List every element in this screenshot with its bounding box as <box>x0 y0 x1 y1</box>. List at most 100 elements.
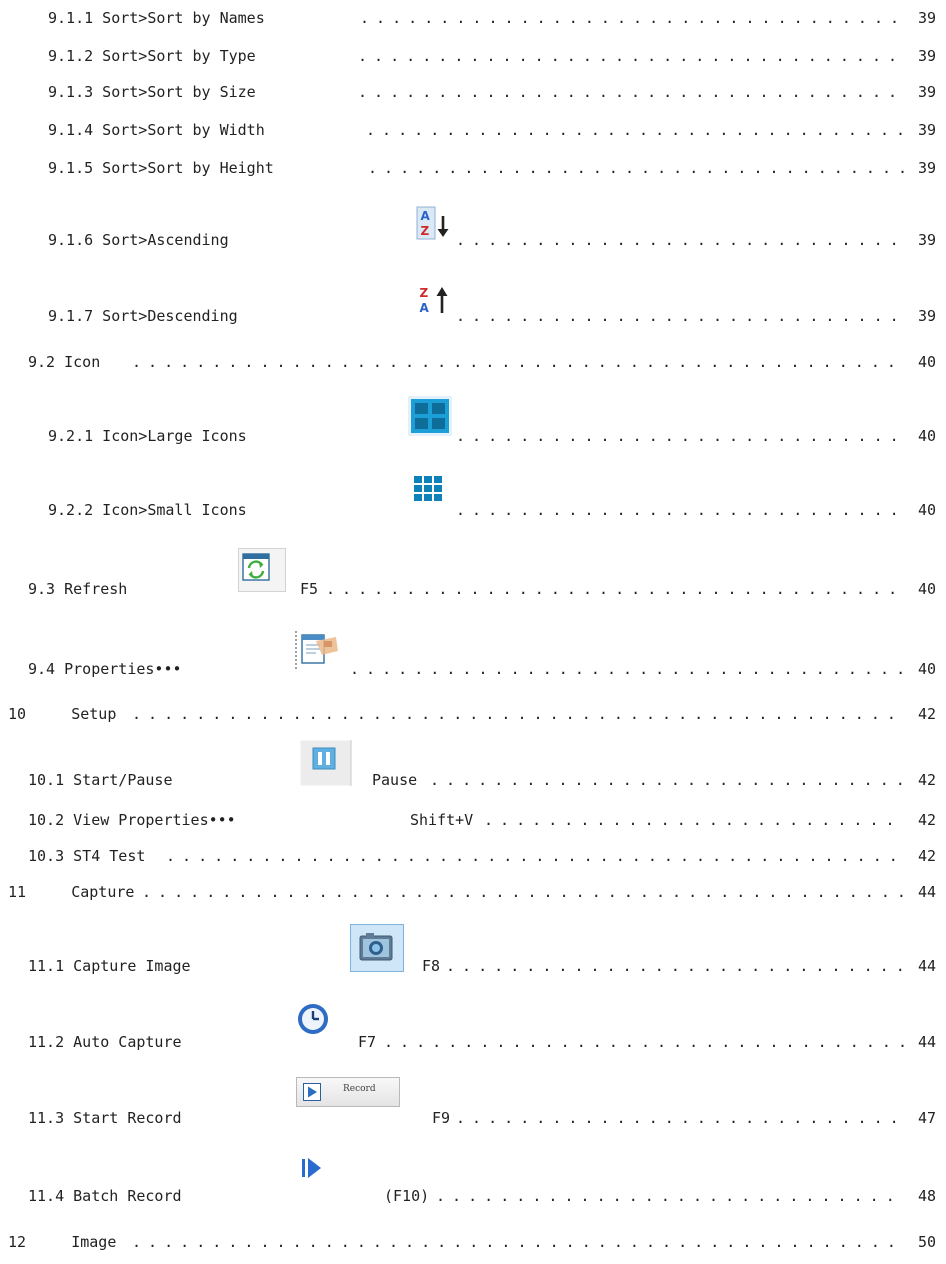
toc-page: 40 <box>917 660 936 678</box>
toc-entry[interactable]: 11.1 Capture Image F8 44 <box>0 954 946 978</box>
small-icons-icon <box>414 476 442 501</box>
toc-label: 9.1.3 Sort>Sort by Size <box>48 83 256 101</box>
shortcut-key: F5 <box>300 580 319 598</box>
toc-leader <box>326 577 904 601</box>
toc-entry[interactable]: 10.1 Start/Pause Pause 42 <box>0 768 946 792</box>
toc-entry[interactable]: 9.1.1 Sort>Sort by Names 39 <box>0 6 946 30</box>
toc-page: 42 <box>917 847 936 865</box>
svg-text:A: A <box>420 301 430 315</box>
toc-entry[interactable]: 9.1.2 Sort>Sort by Type 39 <box>0 44 946 68</box>
toc-leader <box>358 44 904 68</box>
toc-entry[interactable]: 9.1.4 Sort>Sort by Width 39 <box>0 118 946 142</box>
toc-entry[interactable]: 10 Setup 42 <box>0 702 946 726</box>
toc-label: 9.4 Properties••• <box>28 660 182 678</box>
shortcut-key: F7 <box>358 1033 377 1051</box>
toc-entry[interactable]: 9.1.7 Sort>Descending 39 <box>0 304 946 328</box>
toc-leader <box>132 1230 904 1254</box>
properties-icon <box>295 631 338 671</box>
toc-label: 11.1 Capture Image <box>28 957 191 975</box>
toc-leader <box>456 498 904 522</box>
toc-label: 9.1.7 Sort>Descending <box>48 307 238 325</box>
toc-entry[interactable]: 9.4 Properties••• 40 <box>0 657 946 681</box>
toc-leader <box>132 350 904 374</box>
toc-page: 48 <box>917 1187 936 1205</box>
toc-label: 10.2 View Properties••• <box>28 811 236 829</box>
toc-entry[interactable]: 11.2 Auto Capture F7 44 <box>0 1030 946 1054</box>
sort-ascending-icon: A Z <box>416 206 449 240</box>
toc-page: 39 <box>917 159 936 177</box>
toc-page: 39 <box>917 121 936 139</box>
toc-label: 9.2.1 Icon>Large Icons <box>48 427 247 445</box>
toc-page: 44 <box>917 957 936 975</box>
toc-label: 11 Capture <box>8 883 135 901</box>
toc-entry[interactable]: 9.2 Icon 40 <box>0 350 946 374</box>
toc-label: 12 Image <box>8 1233 117 1251</box>
toc-label: 9.1.1 Sort>Sort by Names <box>48 9 265 27</box>
toc-leader <box>456 304 904 328</box>
shortcut-key: Pause <box>372 771 418 789</box>
toc-page: 44 <box>917 883 936 901</box>
toc-label: 9.1.4 Sort>Sort by Width <box>48 121 265 139</box>
toc-leader <box>350 657 904 681</box>
toc-entry[interactable]: 9.3 Refresh F5 40 <box>0 577 946 601</box>
toc-label: 9.1.6 Sort>Ascending <box>48 231 229 249</box>
toc-leader <box>360 6 904 30</box>
toc-page: 39 <box>917 47 936 65</box>
toc-entry[interactable]: 9.1.3 Sort>Sort by Size 39 <box>0 80 946 104</box>
svg-text:Z: Z <box>420 286 429 300</box>
toc-leader <box>446 954 904 978</box>
svg-text:A: A <box>421 209 431 223</box>
toc-entry[interactable]: 12 Image 50 <box>0 1230 946 1254</box>
play-icon <box>303 1083 321 1101</box>
toc-page: 40 <box>917 501 936 519</box>
toc-leader <box>166 844 904 868</box>
toc-entry[interactable]: 9.1.5 Sort>Sort by Height 39 <box>0 156 946 180</box>
toc-leader <box>132 702 904 726</box>
toc-label: 10.3 ST4 Test <box>28 847 146 865</box>
toc-label: 9.2.2 Icon>Small Icons <box>48 501 247 519</box>
toc-entry[interactable]: 10.2 View Properties••• Shift+V 42 <box>0 808 946 832</box>
toc-entry[interactable]: 11 Capture 44 <box>0 880 946 904</box>
toc-page: 50 <box>917 1233 936 1251</box>
record-button-icon: Record <box>296 1077 400 1107</box>
toc-leader <box>430 768 904 792</box>
toc-leader <box>366 118 904 142</box>
toc-leader <box>358 80 904 104</box>
toc-leader <box>456 1106 904 1130</box>
toc-label: 9.1.2 Sort>Sort by Type <box>48 47 256 65</box>
sort-descending-icon: Z A <box>420 286 448 315</box>
shortcut-key: (F10) <box>384 1187 430 1205</box>
toc-leader <box>384 1030 904 1054</box>
toc-leader <box>436 1184 904 1208</box>
toc-entry[interactable]: 9.2.2 Icon>Small Icons 40 <box>0 498 946 522</box>
camera-icon <box>350 924 404 972</box>
toc-label: 11.4 Batch Record <box>28 1187 182 1205</box>
toc-leader <box>484 808 904 832</box>
toc-page: 42 <box>917 771 936 789</box>
toc-leader <box>142 880 904 904</box>
toc-page: 39 <box>917 307 936 325</box>
toc-entry[interactable]: 9.2.1 Icon>Large Icons 40 <box>0 424 946 448</box>
toc-leader <box>456 424 904 448</box>
toc-entry[interactable]: 9.1.6 Sort>Ascending 39 <box>0 228 946 252</box>
toc-label: 11.2 Auto Capture <box>28 1033 182 1051</box>
pause-icon <box>300 740 352 786</box>
toc-label: 10 Setup <box>8 705 117 723</box>
toc-label: 9.2 Icon <box>28 353 101 371</box>
toc-page: 39 <box>917 9 936 27</box>
shortcut-key: Shift+V <box>410 811 474 829</box>
large-icons-icon <box>408 396 452 436</box>
toc-page: 40 <box>917 353 936 371</box>
toc-page: 44 <box>917 1033 936 1051</box>
svg-text:Z: Z <box>421 224 430 238</box>
toc-label: 9.3 Refresh <box>28 580 128 598</box>
toc-label: 9.1.5 Sort>Sort by Height <box>48 159 274 177</box>
toc-entry[interactable]: 10.3 ST4 Test 42 <box>0 844 946 868</box>
clock-icon <box>298 1004 328 1034</box>
shortcut-key: F9 <box>432 1109 451 1127</box>
refresh-icon <box>238 548 286 592</box>
toc-label: 11.3 Start Record <box>28 1109 182 1127</box>
toc-entry[interactable]: 11.3 Start Record F9 47 <box>0 1106 946 1130</box>
toc-entry[interactable]: 11.4 Batch Record (F10) 48 <box>0 1184 946 1208</box>
toc-page: 39 <box>917 231 936 249</box>
